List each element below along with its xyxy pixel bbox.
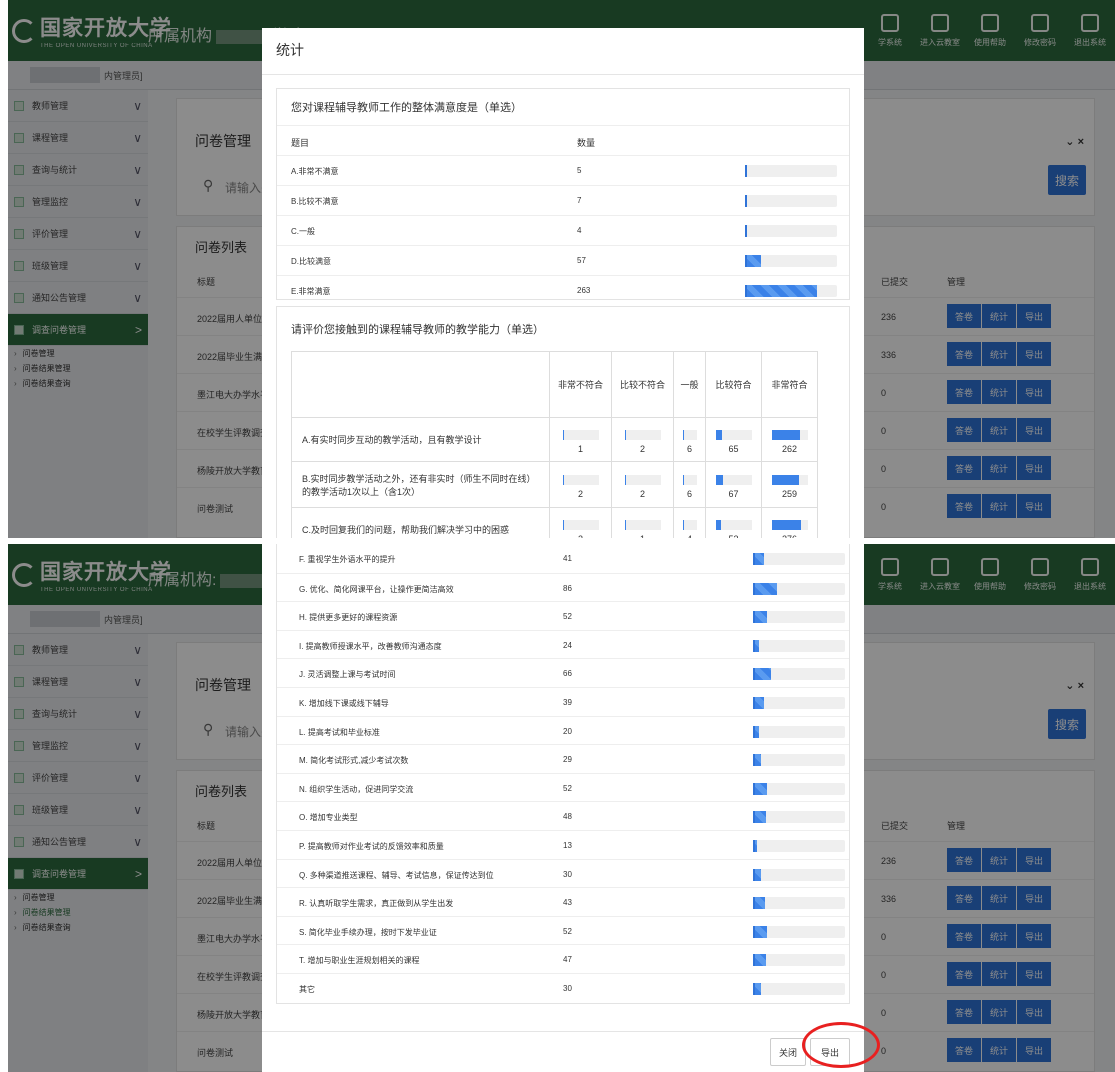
progress-bar [753,639,845,652]
matrix-row: C.及时回复我们的问题，帮助我们解决学习中的困惑 2 1 4 53 276 [291,507,818,538]
answer-count: 66 [563,669,572,679]
matrix-row: A.有实时同步互动的教学活动，且有教学设计 1 2 6 65 262 [291,417,818,462]
question-suggestions: F. 重视学生外语水平的提升 41 G. 优化、简化网课平台，让操作更简洁高效 86 H… [276,544,850,1004]
answer-label: N. 组织学生活动，促进同学交流 [299,784,414,794]
stats-modal-scrolled: F. 重视学生外语水平的提升 41 G. 优化、简化网课平台，让操作更简洁高效 86 H… [262,544,864,1072]
answer-row: P. 提高教师对作业考试的反馈效率和质量 13 [277,830,849,859]
answer-label: I. 提高教师授课水平，改善教师沟通态度 [299,641,442,651]
question-title: 您对课程辅导教师工作的整体满意度是（单选） [291,102,522,114]
answer-count: 41 [563,554,572,563]
matrix-col-header: 非常符合 [761,351,818,418]
progress-bar [753,782,845,795]
answer-row: F. 重视学生外语水平的提升 41 [277,544,849,573]
answer-row: K. 增加线下课或线下辅导 39 [277,687,849,716]
matrix-col-header: 一般 [673,351,706,418]
answer-row: H. 提供更多更好的课程资源 52 [277,601,849,630]
answer-label: F. 重视学生外语水平的提升 [299,555,396,564]
answer-row: R. 认真听取学生需求，真正做到从学生出发 43 [277,887,849,916]
answer-row: G. 优化、简化网课平台，让操作更简洁高效 86 [277,572,849,602]
answer-label: G. 优化、简化网课平台，让操作更简洁高效 [299,584,454,594]
answer-count: 39 [563,698,572,707]
progress-bar [745,165,837,177]
answer-count: 29 [563,755,572,765]
close-button[interactable]: 关闭 [770,1038,806,1066]
progress-bar [753,668,845,681]
progress-bar [753,697,845,709]
progress-bar [753,897,845,910]
progress-bar [745,255,837,267]
progress-bar [753,553,845,565]
answer-label: L. 提高考试和毕业标准 [299,727,380,737]
answer-label: O. 增加专业类型 [299,813,358,823]
matrix-col-header: 比较符合 [705,351,762,418]
matrix-table: 非常不符合 比较不符合 一般 比较符合 非常符合 A.有实时同步互动的教学活动，… [291,351,818,538]
answer-row: D.比较满意 57 [277,245,849,275]
progress-bar [753,611,845,624]
matrix-col-header: 比较不符合 [611,351,674,418]
matrix-col-header: 非常不符合 [549,351,612,418]
progress-bar [753,811,845,824]
progress-bar [753,925,845,938]
answer-row: T. 增加与职业生涯规划相关的课程 47 [277,944,849,973]
progress-bar [745,225,837,237]
answer-row: C.一般 4 [277,215,849,245]
highlight-circle [802,1022,880,1068]
answer-row: N. 组织学生活动，促进同学交流 52 [277,772,849,802]
answer-row: B.比较不满意 7 [277,185,849,215]
answer-row: I. 提高教师授课水平，改善教师沟通态度 24 [277,629,849,659]
answer-label: T. 增加与职业生涯规划相关的课程 [299,956,420,966]
answer-row: S. 简化毕业手续办理，按时下发毕业证 52 [277,915,849,945]
answer-label: P. 提高教师对作业考试的反馈效率和质量 [299,842,444,851]
answer-row: L. 提高考试和毕业标准 20 [277,715,849,745]
progress-bar [745,285,837,297]
matrix-row: B.实时同步教学活动之外，还有非实时（师生不同时在线）的教学活动1次以上（含1次… [291,461,818,508]
stats-modal: 统计 您对课程辅导教师工作的整体满意度是（单选） 题目 数量 A.非常不满意 5 … [262,28,864,538]
answer-label: S. 简化毕业手续办理，按时下发毕业证 [299,927,437,937]
answer-row: J. 灵活调整上课与考试时间 66 [277,658,849,687]
answer-row: E.非常满意 263 [277,275,849,305]
progress-bar [753,725,845,738]
question-header: 题目 数量 [277,125,849,155]
answer-row: M. 简化考试形式,减少考试次数 29 [277,744,849,773]
answer-count: 52 [563,612,572,622]
progress-bar [753,868,845,881]
answer-count: 24 [563,640,572,650]
progress-bar [753,954,845,967]
answer-count: 30 [563,984,572,993]
answer-label: 其它 [299,985,315,994]
answer-count: 13 [563,841,572,850]
question-teaching-ability: 请评价您接触到的课程辅导教师的教学能力（单选） 非常不符合 比较不符合 一般 比… [276,306,850,538]
answer-count: 47 [563,955,572,965]
answer-count: 30 [563,869,572,879]
question-title: 请评价您接触到的课程辅导教师的教学能力（单选） [291,324,544,336]
progress-bar [753,754,845,767]
question-satisfaction: 您对课程辅导教师工作的整体满意度是（单选） 题目 数量 A.非常不满意 5 B.比… [276,88,850,300]
progress-bar [745,195,837,207]
screenshot-bottom: 国家开放大学 THE OPEN UNIVERSITY OF CHINA 所属机构… [8,544,1115,1072]
progress-bar [753,983,845,995]
answer-label: H. 提供更多更好的课程资源 [299,613,398,623]
answer-label: R. 认真听取学生需求，真正做到从学生出发 [299,899,454,909]
progress-bar [753,582,845,595]
answer-row: Q. 多种渠道推送课程、辅导、考试信息，保证传达到位 30 [277,858,849,888]
answer-row: 其它 30 [277,973,849,1002]
progress-bar [753,840,845,852]
answer-count: 48 [563,812,572,822]
answer-row: A.非常不满意 5 [277,155,849,185]
answer-label: J. 灵活调整上课与考试时间 [299,670,396,680]
screenshot-top: 国家开放大学 THE OPEN UNIVERSITY OF CHINA 所属机构… [8,0,1115,538]
answer-label: M. 简化考试形式,减少考试次数 [299,756,409,766]
answer-count: 52 [563,783,572,793]
answer-row: O. 增加专业类型 48 [277,801,849,830]
answer-count: 86 [563,583,572,593]
modal-title: 统计 [276,42,304,58]
answer-label: Q. 多种渠道推送课程、辅导、考试信息，保证传达到位 [299,870,494,880]
answer-label: K. 增加线下课或线下辅导 [299,699,389,708]
answer-count: 52 [563,926,572,936]
answer-count: 43 [563,898,572,908]
answer-count: 20 [563,726,572,736]
